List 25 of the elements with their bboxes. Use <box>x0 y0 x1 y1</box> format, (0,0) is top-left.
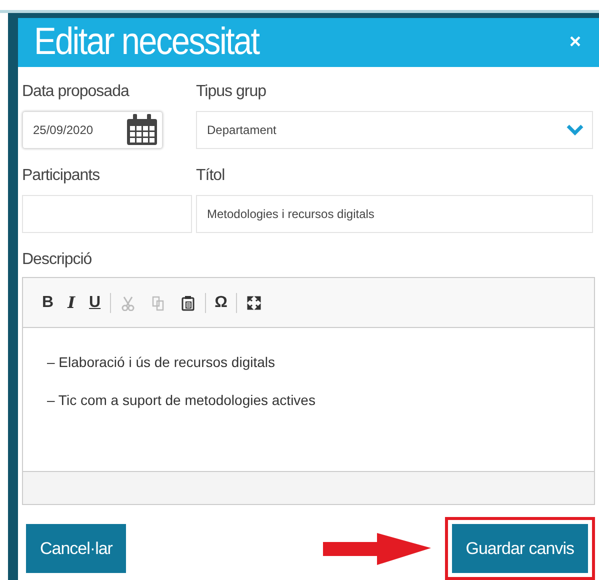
field-label: Títol <box>196 167 226 185</box>
description-text: – Elaboració i ús de recursos digitals <box>47 354 276 370</box>
date-field[interactable]: 25/09/2020 <box>22 111 163 149</box>
maximize-icon <box>246 294 262 310</box>
save-button[interactable]: Guardar canvis <box>452 524 588 573</box>
field-label: Tipus grup <box>196 83 267 101</box>
clipboard-icon <box>180 294 196 310</box>
group-type-dropdown[interactable]: Departament <box>196 111 593 149</box>
dialog-title: Editar necessitat <box>34 21 259 64</box>
field-label: Descripció <box>22 251 92 268</box>
toolbar-button[interactable]: Ω <box>210 292 232 314</box>
toolbar-button[interactable]: I <box>62 291 80 314</box>
toolbar-button[interactable]: B <box>37 292 59 314</box>
copy-icon <box>150 294 166 310</box>
scissors-icon <box>120 294 136 310</box>
participants-field[interactable] <box>22 195 192 233</box>
field-label: Participants <box>22 167 101 185</box>
chevron-down-icon <box>566 124 584 136</box>
toolbar-button[interactable]: U <box>84 292 106 314</box>
cancel-button[interactable]: Cancel·lar <box>26 524 126 573</box>
arrow-icon <box>320 532 433 566</box>
title-field[interactable]: Metodologies i recursos digitals <box>196 195 593 233</box>
field-label: Data proposada <box>22 83 130 101</box>
calendar-icon[interactable] <box>125 113 159 147</box>
description-text: – Tic com a suport de metodologies actives <box>47 392 316 408</box>
